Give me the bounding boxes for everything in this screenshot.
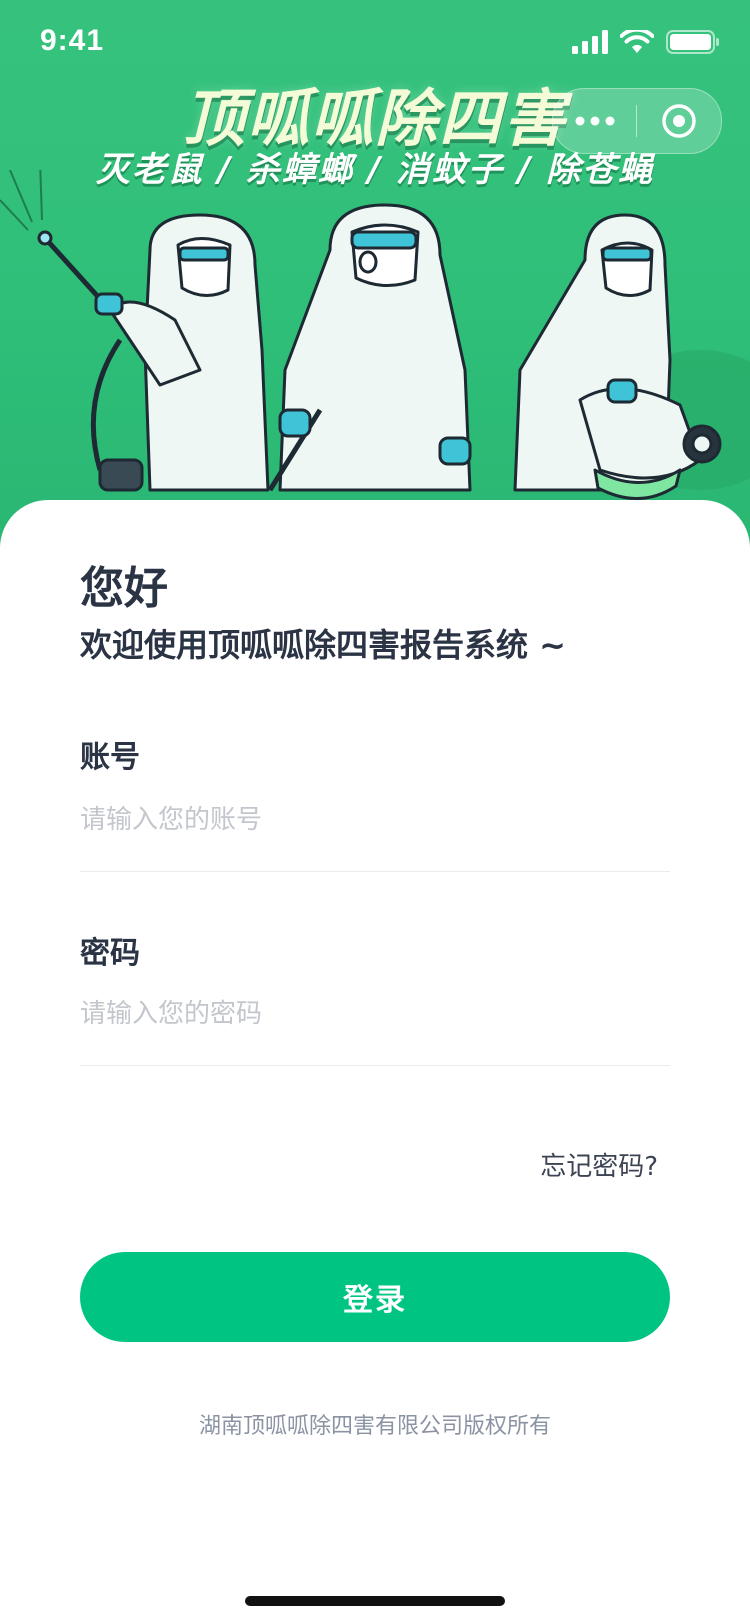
account-divider — [80, 871, 670, 872]
home-indicator[interactable] — [245, 1596, 505, 1606]
hero-banner: 9:41 顶呱呱除四害 灭老鼠 / 杀蟑螂 / 消蚊子 / 除苍蝇 — [0, 0, 750, 560]
status-icons — [572, 27, 720, 58]
more-dots-icon[interactable] — [553, 89, 637, 153]
copyright-text: 湖南顶呱呱除四害有限公司版权所有 — [198, 1414, 551, 1439]
password-divider — [80, 1065, 670, 1066]
login-card: 您好 欢迎使用顶呱呱除四害报告系统 ~ 账号 密码 忘记密码? 登录 湖南顶呱呱… — [0, 500, 750, 1624]
greeting-title: 您好 — [80, 563, 168, 614]
login-button[interactable]: 登录 — [80, 1252, 670, 1342]
greeting-subtitle: 欢迎使用顶呱呱除四害报告系统 ~ — [80, 626, 566, 664]
account-label: 账号 — [80, 740, 140, 775]
password-label: 密码 — [80, 936, 140, 971]
battery-icon — [666, 30, 720, 58]
wifi-icon — [619, 27, 655, 58]
account-input[interactable] — [80, 790, 670, 850]
status-time: 9:41 — [40, 24, 105, 57]
signal-icon — [572, 30, 608, 58]
mini-program-capsule — [552, 88, 722, 154]
password-input[interactable] — [80, 984, 670, 1044]
forgot-password-link[interactable]: 忘记密码? — [540, 1146, 658, 1183]
close-target-icon[interactable] — [637, 89, 721, 153]
